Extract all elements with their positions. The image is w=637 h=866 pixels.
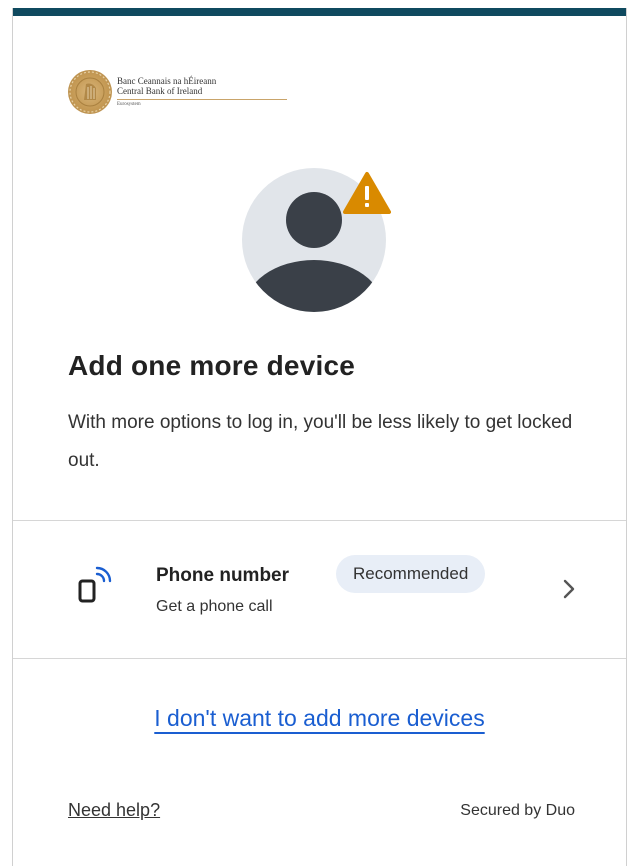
brand-logo: Banc Ceannais na hÉireann Central Bank o… bbox=[68, 70, 287, 114]
page-title: Add one more device bbox=[68, 350, 355, 381]
user-avatar bbox=[239, 160, 391, 312]
duo-enrollment-card: Banc Ceannais na hÉireann Central Bank o… bbox=[12, 8, 627, 866]
option-sublabel: Get a phone call bbox=[156, 598, 273, 615]
brand-name-english: Central Bank of Ireland bbox=[117, 86, 287, 100]
phone-number-option[interactable]: Phone number Recommended Get a phone cal… bbox=[13, 520, 626, 656]
brand-text: Banc Ceannais na hÉireann Central Bank o… bbox=[117, 76, 287, 109]
recommended-badge: Recommended bbox=[336, 555, 486, 593]
option-label: Phone number bbox=[156, 565, 290, 586]
skip-add-device-container: I don't want to add more devices bbox=[13, 705, 626, 732]
divider bbox=[13, 658, 626, 659]
phone-icon bbox=[77, 564, 117, 608]
brand-tagline: Eurosystem bbox=[117, 101, 141, 107]
page-description: With more options to log in, you'll be l… bbox=[68, 412, 573, 471]
need-help-link[interactable]: Need help? bbox=[68, 800, 160, 821]
brand-top-bar bbox=[13, 8, 626, 16]
secured-by-duo: Secured by Duo bbox=[460, 802, 575, 819]
skip-add-device-link[interactable]: I don't want to add more devices bbox=[154, 705, 484, 731]
harp-seal-icon bbox=[68, 70, 112, 114]
brand-name-irish: Banc Ceannais na hÉireann bbox=[117, 75, 217, 86]
chevron-right-icon bbox=[562, 578, 576, 600]
